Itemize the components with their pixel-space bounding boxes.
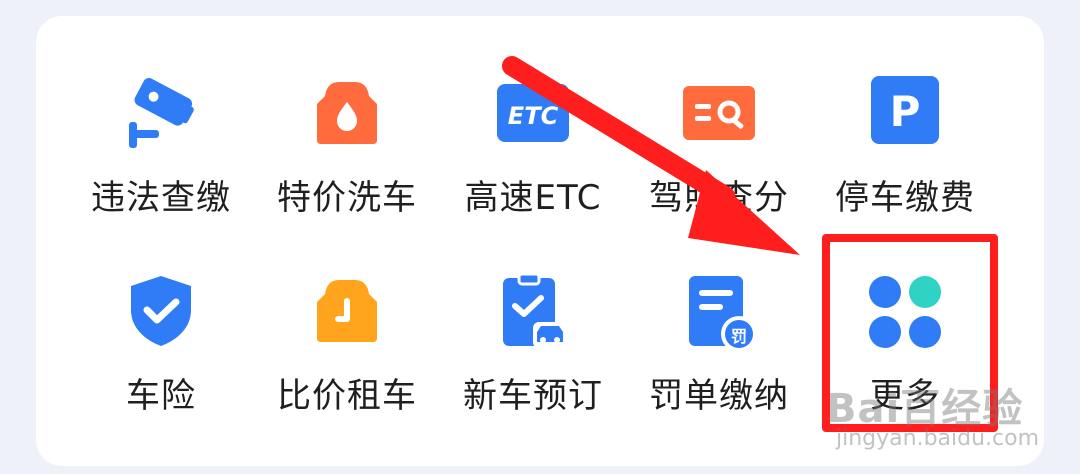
baidu-jingyan-watermark: Bai百经验 jingyan.baidu.com [826,376,1046,466]
watermark-url: jingyan.baidu.com [836,426,1040,451]
